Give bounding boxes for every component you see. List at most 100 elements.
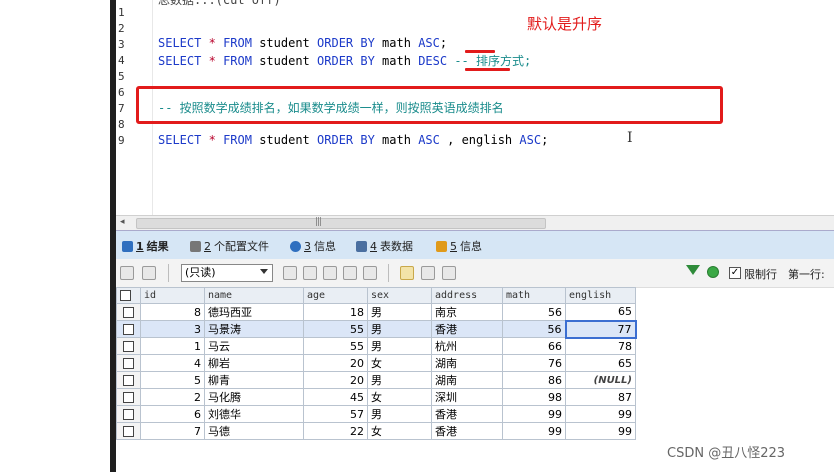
cell-address[interactable]: 湖南 bbox=[431, 371, 503, 389]
table-row[interactable]: 7 马德 22 女 香港 99 99 bbox=[116, 422, 636, 440]
cell-name[interactable]: 马德 bbox=[204, 422, 304, 440]
code-line-9[interactable]: SELECT * FROM student ORDER BY math ASC … bbox=[158, 133, 548, 147]
cell-math[interactable]: 56 bbox=[502, 320, 566, 338]
cell-sex[interactable]: 男 bbox=[367, 303, 432, 321]
column-header-id[interactable]: id bbox=[140, 287, 205, 304]
column-header-name[interactable]: name bbox=[204, 287, 304, 304]
cell-math[interactable]: 56 bbox=[502, 303, 566, 321]
cell-address[interactable]: 南京 bbox=[431, 303, 503, 321]
cell-english[interactable]: 65 bbox=[565, 354, 636, 372]
cell-name[interactable]: 刘德华 bbox=[204, 405, 304, 423]
save-icon[interactable] bbox=[323, 266, 337, 280]
scroll-left-arrow-icon[interactable]: ◂ bbox=[120, 217, 125, 227]
checkbox[interactable] bbox=[123, 341, 134, 352]
cell-age[interactable]: 55 bbox=[303, 337, 368, 355]
limit-rows-checkbox[interactable]: ✓ bbox=[729, 267, 741, 279]
checkbox[interactable] bbox=[123, 307, 134, 318]
row-checkbox[interactable] bbox=[116, 388, 141, 406]
cell-math[interactable]: 99 bbox=[502, 405, 566, 423]
checkbox[interactable] bbox=[120, 289, 131, 301]
cancel-changes-icon[interactable] bbox=[363, 266, 377, 280]
checkbox[interactable] bbox=[123, 409, 134, 420]
cell-name[interactable]: 马化腾 bbox=[204, 388, 304, 406]
row-checkbox[interactable] bbox=[116, 337, 141, 355]
checkbox[interactable] bbox=[123, 392, 134, 403]
scrollbar-thumb[interactable]: ||| bbox=[136, 217, 546, 229]
cell-math[interactable]: 98 bbox=[502, 388, 566, 406]
cell-name[interactable]: 马景涛 bbox=[204, 320, 304, 338]
export-icon[interactable] bbox=[120, 266, 134, 280]
cell-sex[interactable]: 男 bbox=[367, 337, 432, 355]
cell-age[interactable]: 18 bbox=[303, 303, 368, 321]
cell-id[interactable]: 2 bbox=[140, 388, 205, 406]
cell-id[interactable]: 8 bbox=[140, 303, 205, 321]
cell-name[interactable]: 柳青 bbox=[204, 371, 304, 389]
cell-age[interactable]: 45 bbox=[303, 388, 368, 406]
cell-sex[interactable]: 女 bbox=[367, 354, 432, 372]
insert-row-icon[interactable] bbox=[283, 266, 297, 280]
cell-sex[interactable]: 男 bbox=[367, 405, 432, 423]
column-header-address[interactable]: address bbox=[431, 287, 503, 304]
row-checkbox[interactable] bbox=[116, 405, 141, 423]
tab-info-2[interactable]: 5 信息 bbox=[436, 237, 482, 255]
checkbox[interactable] bbox=[123, 358, 134, 369]
cell-address[interactable]: 香港 bbox=[431, 422, 503, 440]
table-row[interactable]: 1 马云 55 男 杭州 66 78 bbox=[116, 337, 636, 355]
cell-english[interactable]: 78 bbox=[565, 337, 636, 355]
cell-name[interactable]: 马云 bbox=[204, 337, 304, 355]
cell-math[interactable]: 99 bbox=[502, 422, 566, 440]
cell-id[interactable]: 6 bbox=[140, 405, 205, 423]
cell-address[interactable]: 香港 bbox=[431, 405, 503, 423]
row-checkbox[interactable] bbox=[116, 320, 141, 338]
cell-math[interactable]: 66 bbox=[502, 337, 566, 355]
row-checkbox[interactable] bbox=[116, 303, 141, 321]
cell-name[interactable]: 柳岩 bbox=[204, 354, 304, 372]
table-row[interactable]: 8 德玛西亚 18 男 南京 56 65 bbox=[116, 303, 636, 321]
cell-age[interactable]: 20 bbox=[303, 371, 368, 389]
cell-age[interactable]: 20 bbox=[303, 354, 368, 372]
sql-editor[interactable]: 1 2 3 4 5 6 7 8 9 总数据...(cut off) SELECT… bbox=[116, 0, 834, 215]
cell-english-null[interactable]: (NULL) bbox=[565, 371, 636, 389]
cell-id[interactable]: 5 bbox=[140, 371, 205, 389]
import-icon[interactable] bbox=[142, 266, 156, 280]
cell-address[interactable]: 杭州 bbox=[431, 337, 503, 355]
table-row[interactable]: 6 刘德华 57 男 香港 99 99 bbox=[116, 405, 636, 423]
column-header-age[interactable]: age bbox=[303, 287, 368, 304]
cell-id[interactable]: 7 bbox=[140, 422, 205, 440]
cell-english[interactable]: 87 bbox=[565, 388, 636, 406]
cell-age[interactable]: 22 bbox=[303, 422, 368, 440]
cell-sex[interactable]: 女 bbox=[367, 422, 432, 440]
table-row[interactable]: 5 柳青 20 男 湖南 86 (NULL) bbox=[116, 371, 636, 389]
form-view-icon[interactable] bbox=[421, 266, 435, 280]
cell-address[interactable]: 香港 bbox=[431, 320, 503, 338]
table-row[interactable]: 3 马景涛 55 男 香港 56 77 bbox=[116, 319, 637, 339]
checkbox[interactable] bbox=[123, 426, 134, 437]
cell-address[interactable]: 深圳 bbox=[431, 388, 503, 406]
select-all-checkbox[interactable] bbox=[116, 287, 141, 304]
checkbox[interactable] bbox=[123, 324, 134, 335]
row-checkbox[interactable] bbox=[116, 371, 141, 389]
grid-view-icon[interactable] bbox=[400, 266, 414, 280]
cell-id[interactable]: 4 bbox=[140, 354, 205, 372]
refresh-icon[interactable] bbox=[707, 266, 719, 278]
cell-english[interactable]: 99 bbox=[565, 405, 636, 423]
cell-address[interactable]: 湖南 bbox=[431, 354, 503, 372]
cell-english[interactable]: 99 bbox=[565, 422, 636, 440]
checkbox[interactable] bbox=[123, 375, 134, 386]
text-view-icon[interactable] bbox=[442, 266, 456, 280]
row-checkbox[interactable] bbox=[116, 354, 141, 372]
cell-age[interactable]: 57 bbox=[303, 405, 368, 423]
tab-table-data[interactable]: 4 表数据 bbox=[356, 237, 413, 255]
cell-age[interactable]: 55 bbox=[303, 320, 368, 338]
tab-profiles[interactable]: 2 个配置文件 bbox=[190, 237, 269, 255]
cell-english[interactable]: 77 bbox=[564, 319, 637, 339]
duplicate-row-icon[interactable] bbox=[303, 266, 317, 280]
cell-id[interactable]: 1 bbox=[140, 337, 205, 355]
cell-id[interactable]: 3 bbox=[140, 320, 205, 338]
column-header-math[interactable]: math bbox=[502, 287, 566, 304]
editor-horizontal-scrollbar[interactable]: ◂ ||| bbox=[116, 215, 834, 230]
cell-math[interactable]: 86 bbox=[502, 371, 566, 389]
cell-name[interactable]: 德玛西亚 bbox=[204, 303, 304, 321]
cell-sex[interactable]: 女 bbox=[367, 388, 432, 406]
row-checkbox[interactable] bbox=[116, 422, 141, 440]
